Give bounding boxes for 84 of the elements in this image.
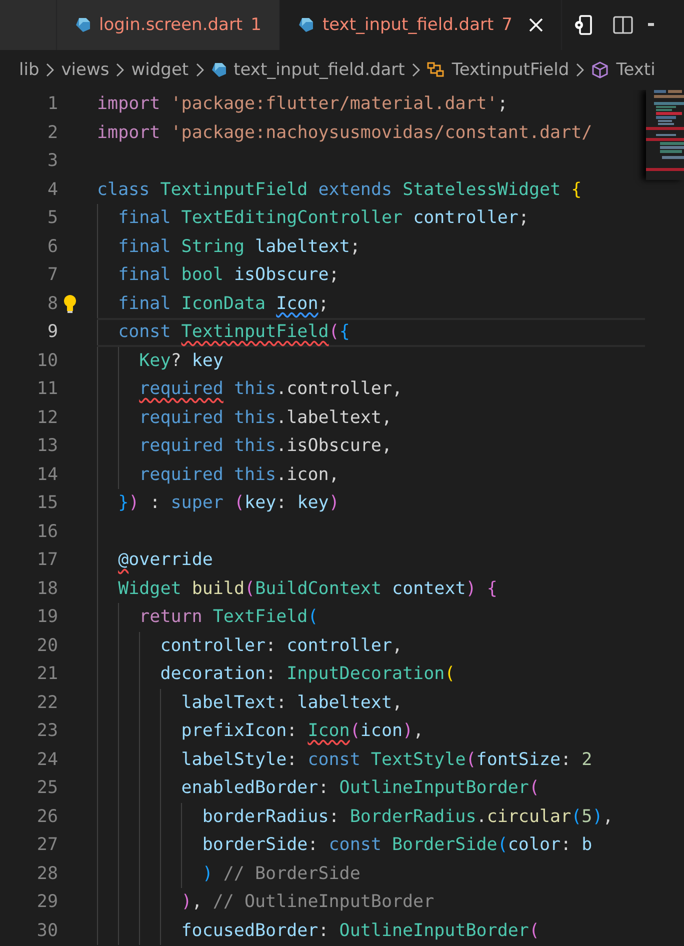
- code-line: class TextinputField extends StatelessWidget {: [97, 180, 582, 200]
- editor-tab[interactable]: text_input_field.dart 7: [280, 0, 562, 50]
- code-line: borderRadius: BorderRadius.circular(5),: [202, 806, 614, 827]
- line-number: 19: [36, 607, 58, 628]
- code-line: enabledBorder: OutlineInputBorder(: [181, 778, 540, 798]
- chevron-icon: [196, 63, 204, 77]
- line-number: 14: [36, 464, 58, 485]
- line-number: 16: [36, 522, 58, 542]
- close-icon[interactable]: [528, 18, 542, 32]
- code-line: required this.icon,: [139, 464, 340, 485]
- line-number: 9: [46, 322, 58, 342]
- dart-file-icon: [298, 17, 314, 33]
- line-number: 2: [46, 122, 58, 143]
- tab-label: login.screen.dart: [99, 15, 243, 35]
- code-line: final String labeltext;: [118, 236, 360, 257]
- line-number: 25: [36, 778, 58, 798]
- code-line: import 'package:nachoysusmovidas/constant.dart/: [97, 122, 592, 143]
- code-line: Widget build(BuildContext context) {: [118, 578, 498, 599]
- line-number: 7: [46, 265, 58, 286]
- line-number: 26: [36, 806, 58, 827]
- code-line: required this.isObscure,: [139, 436, 392, 456]
- line-number: 24: [36, 750, 58, 770]
- line-number: 8: [46, 294, 58, 314]
- code-line: import 'package:flutter/material.dart';: [97, 94, 508, 114]
- class-icon: [426, 61, 445, 79]
- lightbulb-icon[interactable]: [63, 294, 77, 314]
- line-number: 30: [36, 920, 58, 941]
- code-line: focusedBorder: OutlineInputBorder(: [181, 920, 540, 941]
- dart-file-icon: [75, 17, 91, 33]
- line-number: 17: [36, 550, 58, 570]
- line-number: 12: [36, 408, 58, 428]
- line-number: 15: [36, 493, 58, 514]
- code-line: final TextEditingController controller;: [118, 208, 529, 228]
- line-number: 18: [36, 578, 58, 599]
- code-line: final IconData Icon;: [118, 294, 329, 314]
- code-line: labelText: labeltext,: [181, 692, 403, 713]
- line-number: 23: [36, 721, 58, 742]
- chevron-icon: [46, 63, 54, 77]
- breadcrumb-item[interactable]: TextinputField: [452, 60, 570, 80]
- line-number: 27: [36, 835, 58, 856]
- code-line: prefixIcon: Icon(icon),: [181, 721, 424, 742]
- line-number: 5: [46, 208, 58, 228]
- split-editor-icon[interactable]: [612, 14, 634, 36]
- chevron-icon: [412, 63, 420, 77]
- chevron-icon: [116, 63, 124, 77]
- line-number: 28: [36, 864, 58, 884]
- problem-count: 7: [502, 15, 512, 35]
- code-line: ) // BorderSide: [202, 864, 360, 884]
- code-line: @override: [118, 550, 213, 570]
- code-line: ), // OutlineInputBorder: [181, 892, 434, 912]
- chevron-icon: [576, 63, 584, 77]
- line-number: 10: [36, 350, 58, 371]
- line-number: 4: [46, 180, 58, 200]
- code-line: return TextField(: [139, 607, 318, 628]
- tab-label: text_input_field.dart: [322, 15, 494, 35]
- code-line: controller: controller,: [160, 636, 403, 656]
- code-line: borderSide: const BorderSide(color: b: [202, 835, 592, 856]
- code-line: final bool isObscure;: [118, 265, 340, 286]
- breadcrumb-item[interactable]: lib: [19, 60, 40, 80]
- cube-icon: [591, 61, 610, 79]
- breadcrumb-item[interactable]: widget: [131, 60, 189, 80]
- problem-count: 1: [250, 15, 262, 35]
- editor-tab[interactable]: login.screen.dart 1: [57, 0, 280, 50]
- line-number: 21: [36, 664, 58, 684]
- line-number: 6: [46, 236, 58, 257]
- more-icon[interactable]: [648, 23, 654, 27]
- code-line: Key? key: [139, 350, 224, 371]
- line-number: 11: [36, 379, 58, 400]
- code-line: const TextinputField({: [118, 322, 350, 342]
- line-number: 20: [36, 636, 58, 656]
- line-number: 29: [36, 892, 58, 912]
- code-line: required this.labeltext,: [139, 408, 392, 428]
- breadcrumb-item[interactable]: text_input_field.dart: [234, 60, 405, 80]
- code-line: labelStyle: const TextStyle(fontSize: 2: [181, 750, 592, 770]
- code-line: required this.controller,: [139, 379, 403, 400]
- line-number: 3: [46, 151, 58, 172]
- code-line: decoration: InputDecoration(: [160, 664, 456, 684]
- breadcrumb-item[interactable]: views: [61, 60, 110, 80]
- line-number: 22: [36, 692, 58, 713]
- line-number: 1: [46, 94, 58, 114]
- dart-file-icon: [210, 62, 227, 78]
- breadcrumb-item[interactable]: Texti: [616, 60, 656, 80]
- code-line: }) : super (key: key): [118, 493, 340, 514]
- line-number: 13: [36, 436, 58, 456]
